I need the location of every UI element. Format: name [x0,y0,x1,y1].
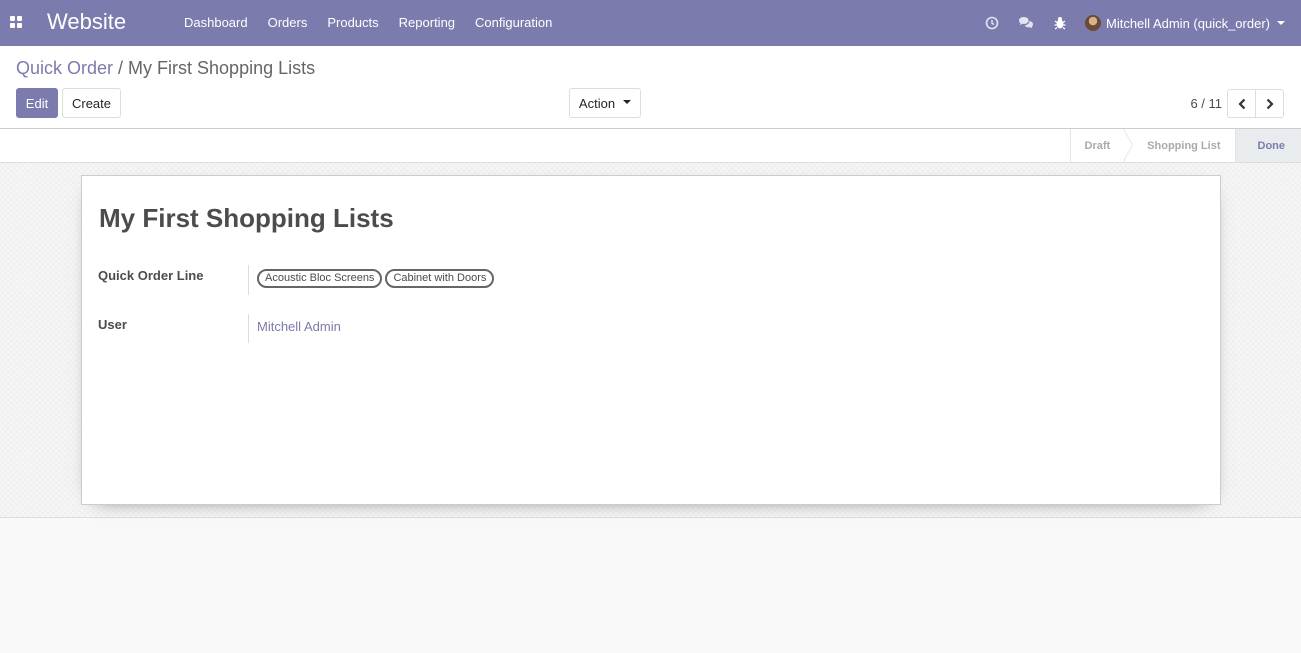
pager-next-button[interactable] [1255,89,1284,118]
menu-reporting[interactable]: Reporting [389,0,465,46]
status-label: Shopping List [1147,139,1221,152]
create-button[interactable]: Create [62,88,121,118]
user-menu[interactable]: Mitchell Admin (quick_order) [1077,0,1301,46]
record-title: My First Shopping Lists [99,203,394,233]
pager-value[interactable]: 6 / 11 [1190,96,1222,111]
breadcrumb-parent[interactable]: Quick Order [16,58,113,78]
pager-previous-button[interactable] [1227,89,1256,118]
systray: Mitchell Admin (quick_order) [975,0,1301,46]
status-draft[interactable]: Draft [1069,128,1134,162]
apps-menu-icon[interactable] [10,16,22,28]
app-title[interactable]: Website [47,9,126,35]
user-label: User [98,317,127,332]
clock-icon[interactable] [975,0,1009,46]
main-navbar: Website Dashboard Orders Products Report… [0,0,1301,46]
control-panel: Quick Order / My First Shopping Lists Edit… [0,46,1301,129]
bug-icon[interactable] [1043,0,1077,46]
quick-order-line-label: Quick Order Line [98,268,204,283]
form-sheet: My First Shopping Lists Quick Order Line… [81,175,1221,505]
tag-acoustic-bloc-screens[interactable]: Acoustic Bloc Screens [257,269,383,288]
menu-dashboard[interactable]: Dashboard [174,0,258,46]
status-bar: Draft Shopping List Done [0,128,1301,163]
action-label: Action [578,95,616,111]
field-divider [248,314,249,343]
breadcrumb: Quick Order / My First Shopping Lists [16,58,315,79]
quick-order-line-tags: Acoustic Bloc Screens Cabinet with Doors [257,269,497,288]
status-label: Done [1257,139,1286,152]
menu-products[interactable]: Products [317,0,388,46]
menu-configuration[interactable]: Configuration [465,0,562,46]
status-label: Draft [1084,139,1111,152]
status-done[interactable]: Done [1234,129,1301,162]
edit-button[interactable]: Edit [16,88,58,118]
chevron-left-icon [1237,98,1245,109]
user-name: Mitchell Admin (quick_order) [1105,15,1270,31]
chat-icon[interactable] [1009,0,1043,46]
chevron-down-icon [1277,21,1285,25]
menu-orders[interactable]: Orders [258,0,318,46]
user-link[interactable]: Mitchell Admin [257,319,341,334]
status-steps: Draft Shopping List Done [1069,128,1301,162]
avatar [1084,15,1101,31]
breadcrumb-separator: / [118,58,124,78]
action-dropdown-button[interactable]: Action [569,88,641,118]
breadcrumb-current: My First Shopping Lists [128,58,316,78]
field-divider [248,265,249,295]
status-shopping-list[interactable]: Shopping List [1124,129,1234,162]
tag-cabinet-with-doors[interactable]: Cabinet with Doors [385,269,495,288]
top-menu: Dashboard Orders Products Reporting Conf… [174,0,562,46]
form-background: My First Shopping Lists Quick Order Line… [0,163,1301,518]
chevron-right-icon [1266,98,1274,109]
chevron-down-icon [623,100,632,104]
